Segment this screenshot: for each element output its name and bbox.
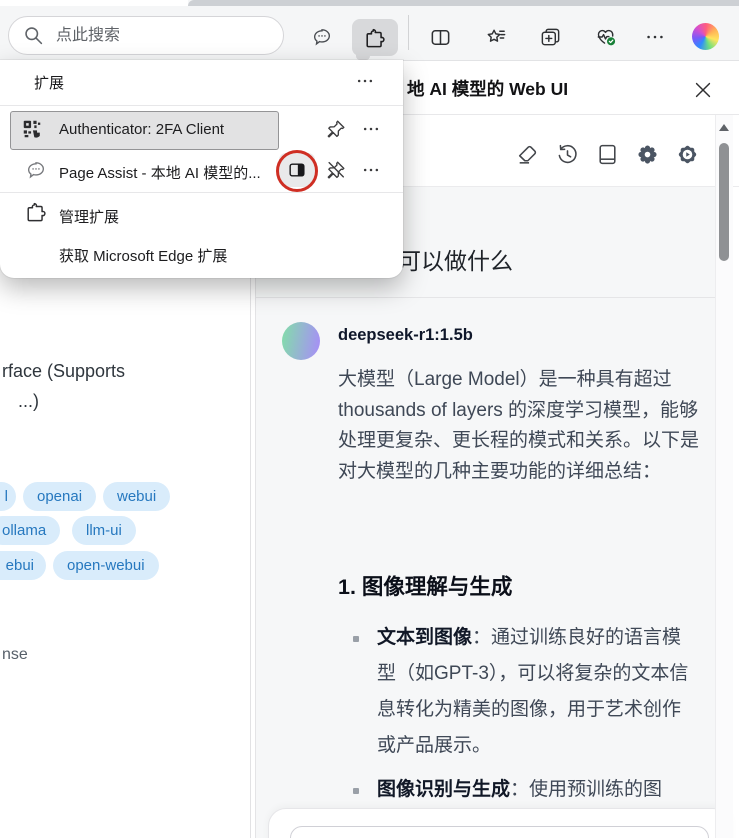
tag-pill[interactable]: llm-ui xyxy=(72,516,136,545)
tag-pill[interactable]: ebui xyxy=(0,551,46,580)
menu-more-icon[interactable] xyxy=(350,68,380,94)
message-paragraph: 大模型（Large Model）是一种具有超过 thousands of lay… xyxy=(338,369,700,482)
row-more-icon[interactable] xyxy=(361,116,391,142)
pin-icon[interactable] xyxy=(325,118,347,140)
chat-input-area xyxy=(268,808,731,838)
row-more-icon[interactable] xyxy=(361,157,391,183)
scroll-up-arrow[interactable] xyxy=(719,124,729,131)
toolbar-divider xyxy=(408,15,409,50)
settings-flower-icon[interactable] xyxy=(634,141,661,168)
window-edge xyxy=(0,0,188,6)
copilot-icon[interactable] xyxy=(692,23,719,50)
browser-essentials-icon[interactable] xyxy=(588,20,622,54)
unpin-icon[interactable] xyxy=(325,159,347,181)
extension-label: Page Assist - 本地 AI 模型的... xyxy=(59,165,261,182)
annotation-red-circle xyxy=(276,150,318,192)
settings-gear-icon[interactable] xyxy=(674,141,701,168)
more-options-icon[interactable] xyxy=(638,20,672,54)
extensions-menu-title: 扩展 xyxy=(34,75,65,92)
panel-scrollbar[interactable] xyxy=(715,115,733,838)
page-text-fragment: rface (Supports xyxy=(2,361,126,381)
scrollbar-thumb[interactable] xyxy=(719,143,729,261)
puzzle-icon xyxy=(364,27,386,49)
panel-title: 地 AI 模型的 Web UI xyxy=(407,79,569,99)
search-input[interactable] xyxy=(54,25,277,46)
message-divider xyxy=(256,297,715,298)
menu-divider xyxy=(0,192,403,193)
browser-toolbar xyxy=(0,0,739,61)
collections-icon[interactable] xyxy=(533,20,567,54)
close-icon[interactable] xyxy=(690,77,716,103)
panel-toolbar xyxy=(514,141,701,168)
bullet-item: 文本到图像：通过训练良好的语言模型（如GPT-3），可以将复杂的文本信息转化为精… xyxy=(377,620,699,764)
extension-label: Authenticator: 2FA Client xyxy=(59,121,225,138)
chat-content: 可以做什么 deepseek-r1:1.5b 大模型（Large Model）是… xyxy=(256,187,731,838)
bullet-lead: 图像识别与生成 xyxy=(377,779,511,800)
model-avatar xyxy=(282,322,320,360)
search-icon xyxy=(23,25,44,46)
page-text-fragment: ...) xyxy=(18,391,39,411)
bullet-marker xyxy=(353,636,359,642)
page-text-fragment: nse xyxy=(2,646,28,663)
bullet-item: 图像识别与生成：使用预训练的图 xyxy=(377,772,699,808)
tag-pill[interactable]: ollama xyxy=(0,516,61,545)
eraser-icon[interactable] xyxy=(514,141,541,168)
bullet-text: ：使用预训练的图 xyxy=(510,779,663,800)
manage-extensions-item[interactable]: 管理扩展 xyxy=(59,206,119,227)
menu-divider xyxy=(0,105,403,106)
section-heading: 1. 图像理解与生成 xyxy=(338,575,513,599)
chat-bubble-icon[interactable] xyxy=(305,20,339,54)
tag-pill[interactable]: openai xyxy=(23,482,97,511)
page-assist-bubble-icon xyxy=(25,159,47,181)
model-name: deepseek-r1:1.5b xyxy=(338,326,473,344)
search-box[interactable] xyxy=(8,16,284,55)
split-screen-icon[interactable] xyxy=(423,20,457,54)
bullet-marker xyxy=(353,788,359,794)
user-question: 可以做什么 xyxy=(398,248,513,274)
chat-input[interactable] xyxy=(290,826,709,838)
notebook-icon[interactable] xyxy=(594,141,621,168)
tag-pill[interactable]: open-webui xyxy=(53,551,159,580)
tag-pill[interactable]: l xyxy=(0,482,16,511)
puzzle-icon xyxy=(25,201,47,223)
history-icon[interactable] xyxy=(554,141,581,168)
browser-window: rface (Supports ...) l openai webui olla… xyxy=(0,0,739,838)
tab-strip-edge xyxy=(188,0,739,6)
qr-code-icon xyxy=(21,118,43,140)
tag-pill[interactable]: webui xyxy=(103,482,171,511)
get-extensions-item[interactable]: 获取 Microsoft Edge 扩展 xyxy=(59,245,227,266)
bullet-lead: 文本到图像 xyxy=(377,627,473,648)
extensions-button[interactable] xyxy=(352,19,398,56)
extensions-menu: 扩展 Authenticator: 2FA Client Page Assist… xyxy=(0,60,403,278)
favorites-star-icon[interactable] xyxy=(478,20,512,54)
